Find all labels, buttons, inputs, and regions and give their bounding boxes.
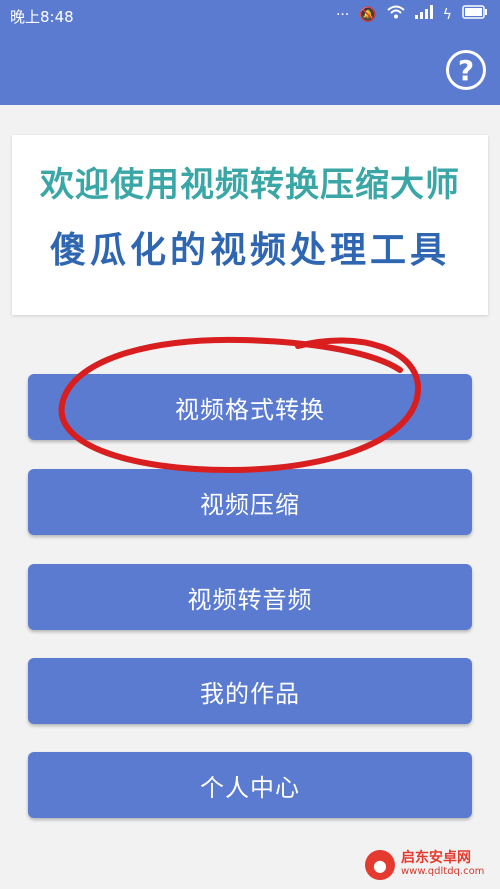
watermark-logo-icon: ● — [365, 850, 395, 880]
mute-icon: 🔕 — [359, 6, 377, 23]
battery-icon — [462, 5, 488, 24]
video-compress-button[interactable]: 视频压缩 — [28, 469, 472, 535]
watermark-url: www.qdltdq.com — [401, 866, 485, 877]
watermark-title: 启东安卓网 — [401, 850, 471, 866]
status-time: 晚上8:48 — [10, 8, 74, 26]
signal-icon — [414, 5, 433, 24]
app-bar: ? — [0, 30, 500, 105]
status-icons: ··· 🔕 ϟ — [336, 5, 488, 24]
charging-icon: ϟ — [442, 6, 452, 23]
question-icon: ? — [457, 53, 475, 87]
status-bar: 晚上8:48 ··· 🔕 ϟ — [0, 0, 500, 30]
watermark: ● 启东安卓网 www.qdltdq.com — [365, 850, 484, 880]
personal-center-button[interactable]: 个人中心 — [28, 752, 472, 818]
video-format-convert-button[interactable]: 视频格式转换 — [28, 374, 472, 440]
help-button[interactable]: ? — [446, 50, 486, 90]
banner-subtitle: 傻瓜化的视频处理工具 — [49, 230, 450, 271]
banner-title: 欢迎使用视频转换压缩大师 — [40, 165, 460, 205]
more-icon: ··· — [335, 6, 350, 23]
my-works-button[interactable]: 我的作品 — [28, 658, 472, 724]
welcome-banner: 欢迎使用视频转换压缩大师 傻瓜化的视频处理工具 — [12, 135, 488, 315]
video-to-audio-button[interactable]: 视频转音频 — [28, 564, 472, 630]
wifi-icon — [387, 5, 405, 24]
